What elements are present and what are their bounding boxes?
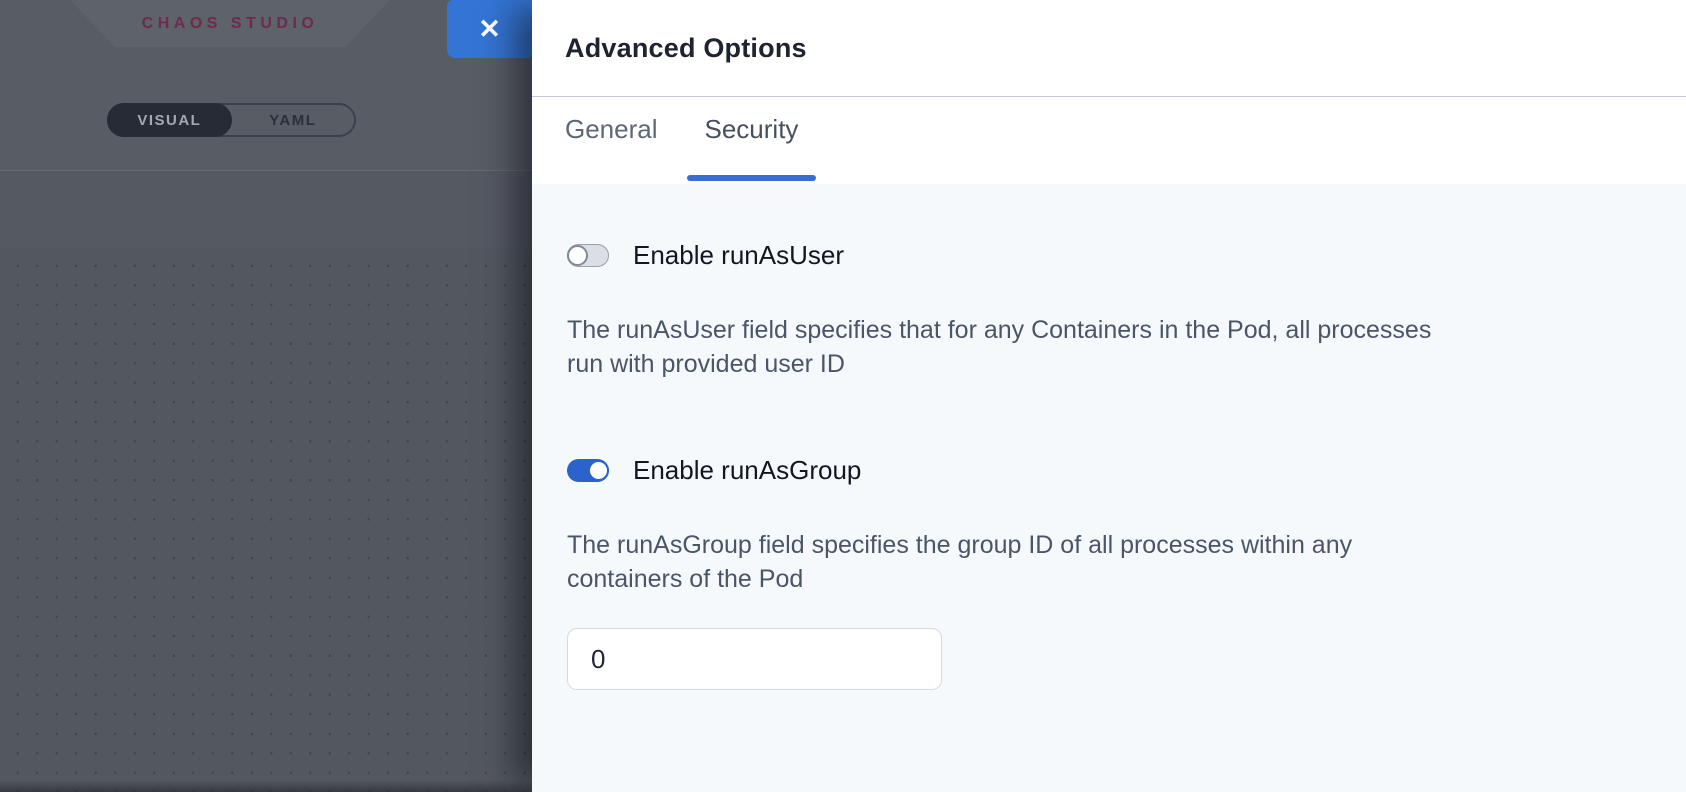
run-as-group-row: Enable runAsGroup [567, 455, 1646, 486]
security-tab-panel: Enable runAsUser The runAsUser field spe… [532, 184, 1686, 792]
run-as-user-label: Enable runAsUser [633, 240, 844, 271]
tab-general[interactable]: General [565, 97, 658, 184]
visual-mode-button[interactable]: VISUAL [107, 103, 232, 137]
toggle-knob [567, 245, 588, 266]
run-as-group-value-input[interactable] [567, 628, 942, 690]
close-icon: ✕ [478, 16, 501, 43]
run-as-group-description: The runAsGroup field specifies the group… [567, 528, 1527, 596]
canvas-toolbar-band [0, 172, 532, 249]
toggle-knob [588, 460, 609, 481]
run-as-group-toggle[interactable] [567, 459, 609, 482]
run-as-user-toggle[interactable] [567, 244, 609, 267]
tab-security[interactable]: Security [705, 97, 799, 184]
advanced-options-drawer: Advanced Options General Security Enable… [532, 0, 1686, 792]
yaml-mode-button[interactable]: YAML [232, 105, 354, 135]
workflow-canvas-region: CHAOS STUDIO VISUAL YAML ✕ [0, 0, 532, 792]
run-as-group-label: Enable runAsGroup [633, 455, 861, 486]
drawer-tab-strip: General Security [532, 97, 1686, 184]
run-as-user-row: Enable runAsUser [567, 240, 1646, 271]
run-as-user-description: The runAsUser field specifies that for a… [567, 313, 1527, 381]
brand-title: CHAOS STUDIO [142, 15, 319, 33]
drawer-title: Advanced Options [565, 33, 807, 64]
drawer-header: Advanced Options [532, 0, 1686, 97]
visual-yaml-switch[interactable]: VISUAL YAML [107, 103, 356, 137]
brand-banner: CHAOS STUDIO [70, 0, 390, 47]
drawer-close-button[interactable]: ✕ [447, 0, 532, 58]
canvas-bottom-fade [0, 780, 532, 792]
dotted-grid-canvas [0, 249, 532, 792]
